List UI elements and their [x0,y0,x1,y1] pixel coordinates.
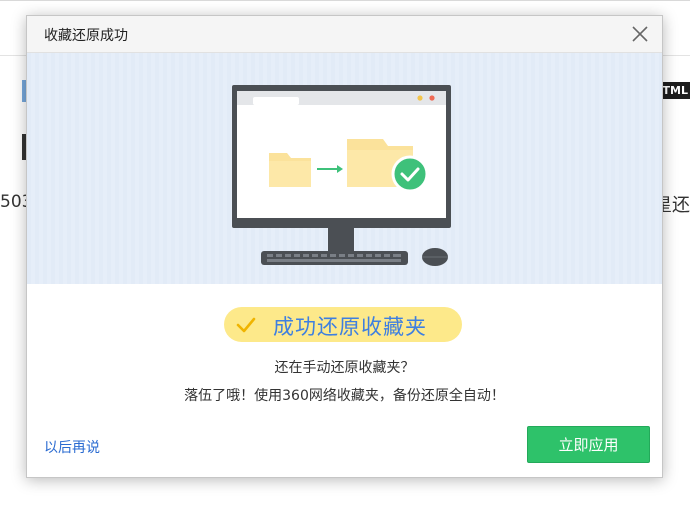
later-link[interactable]: 以后再说 [44,437,100,457]
restore-success-dialog: 收藏还原成功 成功还原收藏夹 还在手动还原收藏夹？ 落伍了哦！使用360网络收藏… [26,15,663,478]
message-line-2: 落伍了哦！使用360网络收藏夹，备份还原全自动！ [184,388,505,404]
monitor-folder-restore-illustration [27,53,662,284]
close-icon[interactable] [630,24,650,44]
apply-now-button[interactable]: 立即应用 [527,426,650,463]
dialog-title: 收藏还原成功 [44,28,128,44]
background-badge: TML [658,82,690,99]
background-divider [0,0,690,1]
message-line-1: 还在手动还原收藏夹？ [274,360,415,376]
illustration-banner [27,53,662,284]
check-icon [236,317,256,333]
success-label: 成功还原收藏夹 [273,315,427,339]
dialog-titlebar: 收藏还原成功 [27,16,662,53]
success-status-pill: 成功还原收藏夹 [224,307,462,342]
